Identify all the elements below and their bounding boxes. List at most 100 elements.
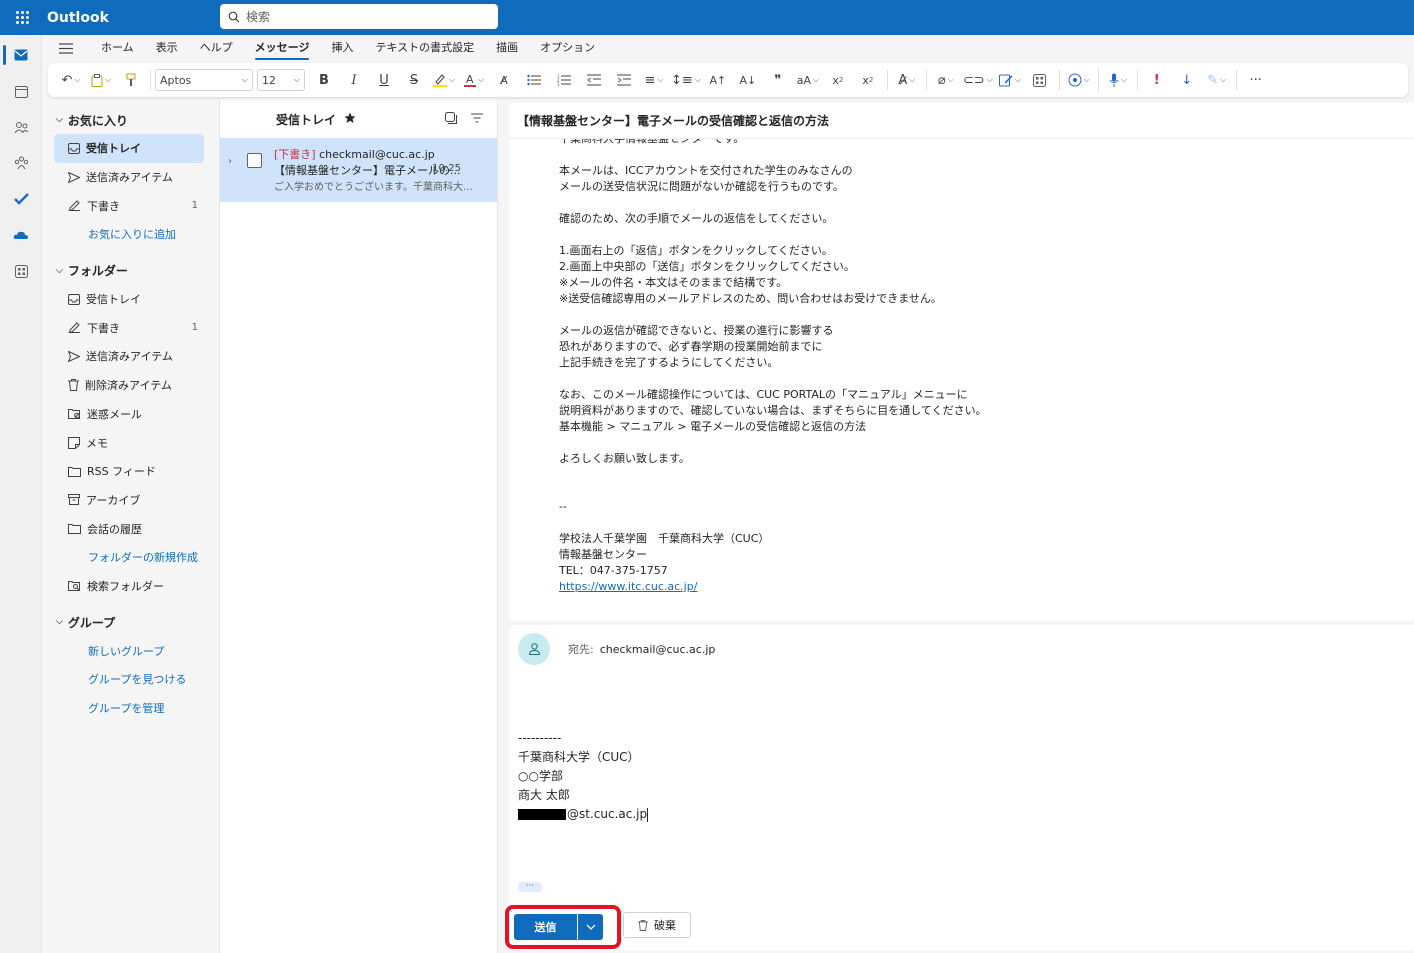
filter-icon[interactable]	[471, 112, 483, 127]
body-line: ※メールの件名・本文はそのままで結構です。	[559, 276, 788, 289]
calendar-icon[interactable]	[0, 73, 42, 109]
draft-tag: [下書き]	[274, 148, 316, 161]
people-icon[interactable]	[0, 109, 42, 145]
folder-label: 下書き	[87, 199, 120, 213]
search-input[interactable]: 検索	[220, 4, 498, 29]
select-checkbox[interactable]	[247, 153, 262, 168]
body-line: 2.画面上中央部の「送信」ボタンをクリックしてください。	[559, 260, 855, 273]
paragraph-spacing-up-icon[interactable]: A↑	[705, 67, 731, 93]
app-title[interactable]: Outlook	[47, 10, 219, 26]
app-launcher-icon[interactable]	[0, 0, 44, 35]
font-size-select[interactable]: 12 ⌵	[257, 69, 305, 91]
tab-options[interactable]: オプション	[529, 35, 606, 61]
hamburger-menu-icon[interactable]	[42, 42, 90, 54]
body-link[interactable]: https://www.itc.cuc.ac.jp/	[559, 579, 987, 595]
show-more-button[interactable]: ···	[518, 882, 542, 892]
manage-groups-link[interactable]: グループを管理	[42, 694, 218, 723]
apps-icon[interactable]	[1027, 67, 1053, 93]
align-icon[interactable]: ≡ ⌵	[641, 67, 667, 93]
compose-body[interactable]: ---------- 千葉商科大学（CUC） ○○学部 商大 太郎 @st.cu…	[518, 729, 649, 824]
increase-indent-icon[interactable]	[611, 67, 637, 93]
mail-icon[interactable]	[0, 37, 42, 73]
font-family-select[interactable]: Aptos ⌵	[155, 69, 253, 91]
paste-icon[interactable]: ⌵	[88, 67, 114, 93]
select-mode-icon[interactable]	[445, 111, 457, 127]
folder-icon	[68, 466, 81, 477]
folder-drafts[interactable]: 下書き 1	[42, 313, 218, 342]
tab-help[interactable]: ヘルプ	[189, 35, 244, 61]
folder-archive[interactable]: アーカイブ	[42, 486, 218, 515]
onedrive-icon[interactable]	[0, 217, 42, 253]
highlight-icon[interactable]: ⌵	[431, 67, 457, 93]
font-color-icon[interactable]: A ⌵	[461, 67, 487, 93]
tab-draw[interactable]: 描画	[485, 35, 529, 61]
send-options-dropdown[interactable]	[578, 914, 603, 940]
line-spacing-icon[interactable]: ↕≡ ⌵	[671, 67, 701, 93]
more-options-icon[interactable]: ···	[1243, 67, 1269, 93]
message-time: 10:25	[432, 163, 461, 174]
dictate-icon[interactable]: ⌵	[1105, 67, 1131, 93]
groups-header[interactable]: ⌵ グループ	[42, 608, 218, 636]
italic-icon[interactable]: I	[341, 67, 367, 93]
tab-home[interactable]: ホーム	[90, 35, 145, 61]
todo-icon[interactable]	[0, 181, 42, 217]
list-item[interactable]: › [下書き] checkmail@cuc.ac.jp 【情報基盤センター】電子…	[220, 138, 497, 202]
decrease-indent-icon[interactable]	[581, 67, 607, 93]
folder-conversation-history[interactable]: 会話の履歴	[42, 514, 218, 543]
expand-chevron-icon[interactable]: ›	[228, 156, 232, 167]
link-icon[interactable]: ⊂⊃ ⌵	[963, 67, 993, 93]
folders-header[interactable]: ⌵ フォルダー	[42, 257, 218, 285]
toolbar-divider	[1097, 70, 1099, 90]
favorite-inbox[interactable]: 受信トレイ	[54, 134, 204, 163]
tab-format-text[interactable]: テキストの書式設定	[364, 35, 485, 61]
bullets-icon[interactable]	[521, 67, 547, 93]
tab-message[interactable]: メッセージ	[244, 35, 321, 61]
subscript-icon[interactable]: x2	[825, 67, 851, 93]
sensitivity-icon[interactable]: ✎ ⌵	[1204, 67, 1230, 93]
folder-inbox[interactable]: 受信トレイ	[42, 285, 218, 314]
favorite-sent[interactable]: 送信済みアイテム	[42, 163, 218, 192]
folder-deleted[interactable]: 削除済みアイテム	[42, 371, 218, 400]
underline-icon[interactable]: U	[371, 67, 397, 93]
clear-format-icon[interactable]: A̸	[491, 67, 517, 93]
format-painter-icon[interactable]	[118, 67, 144, 93]
undo-icon[interactable]: ↶ ⌵	[58, 67, 84, 93]
new-group-link[interactable]: 新しいグループ	[42, 636, 218, 665]
body-line	[559, 371, 987, 387]
tab-view[interactable]: 表示	[145, 35, 189, 61]
more-apps-icon[interactable]	[0, 253, 42, 289]
message-list-header: 受信トレイ	[220, 100, 497, 138]
folder-sent[interactable]: 送信済みアイテム	[42, 342, 218, 371]
add-favorite-link[interactable]: お気に入りに追加	[42, 220, 218, 249]
send-icon	[68, 350, 80, 362]
favorite-star-icon[interactable]	[344, 112, 356, 127]
svg-text:3: 3	[557, 82, 560, 86]
new-folder-link[interactable]: フォルダーの新規作成	[42, 543, 218, 572]
change-case-icon[interactable]: aA ⌵	[795, 67, 821, 93]
strikethrough-icon[interactable]: S	[401, 67, 427, 93]
quote-icon[interactable]: ❞	[765, 67, 791, 93]
folder-notes[interactable]: メモ	[42, 428, 218, 457]
styles-icon[interactable]: A̷ ⌵	[894, 67, 920, 93]
signature-icon[interactable]: ⌵	[997, 67, 1023, 93]
superscript-icon[interactable]: x2	[855, 67, 881, 93]
attach-icon[interactable]: ⌀ ⌵	[933, 67, 959, 93]
avatar[interactable]	[518, 633, 550, 665]
numbering-icon[interactable]: 123	[551, 67, 577, 93]
copilot-icon[interactable]: ⌵	[1066, 67, 1092, 93]
tab-insert[interactable]: 挿入	[320, 35, 364, 61]
send-button[interactable]: 送信	[514, 914, 577, 940]
recipient-field[interactable]: checkmail@cuc.ac.jp	[600, 643, 716, 656]
importance-low-icon[interactable]: ↓	[1174, 67, 1200, 93]
folder-junk[interactable]: 迷惑メール	[42, 400, 218, 429]
find-groups-link[interactable]: グループを見つける	[42, 665, 218, 694]
folder-rss[interactable]: RSS フィード	[42, 457, 218, 486]
importance-high-icon[interactable]: !	[1144, 67, 1170, 93]
folder-search-folders[interactable]: 検索フォルダー	[42, 572, 218, 601]
paragraph-spacing-down-icon[interactable]: A↓	[735, 67, 761, 93]
groups-icon[interactable]	[0, 145, 42, 181]
bold-icon[interactable]: B	[311, 67, 337, 93]
favorites-header[interactable]: ⌵ お気に入り	[42, 106, 218, 134]
discard-button[interactable]: 破棄	[623, 912, 691, 938]
favorite-drafts[interactable]: 下書き 1	[42, 191, 218, 220]
